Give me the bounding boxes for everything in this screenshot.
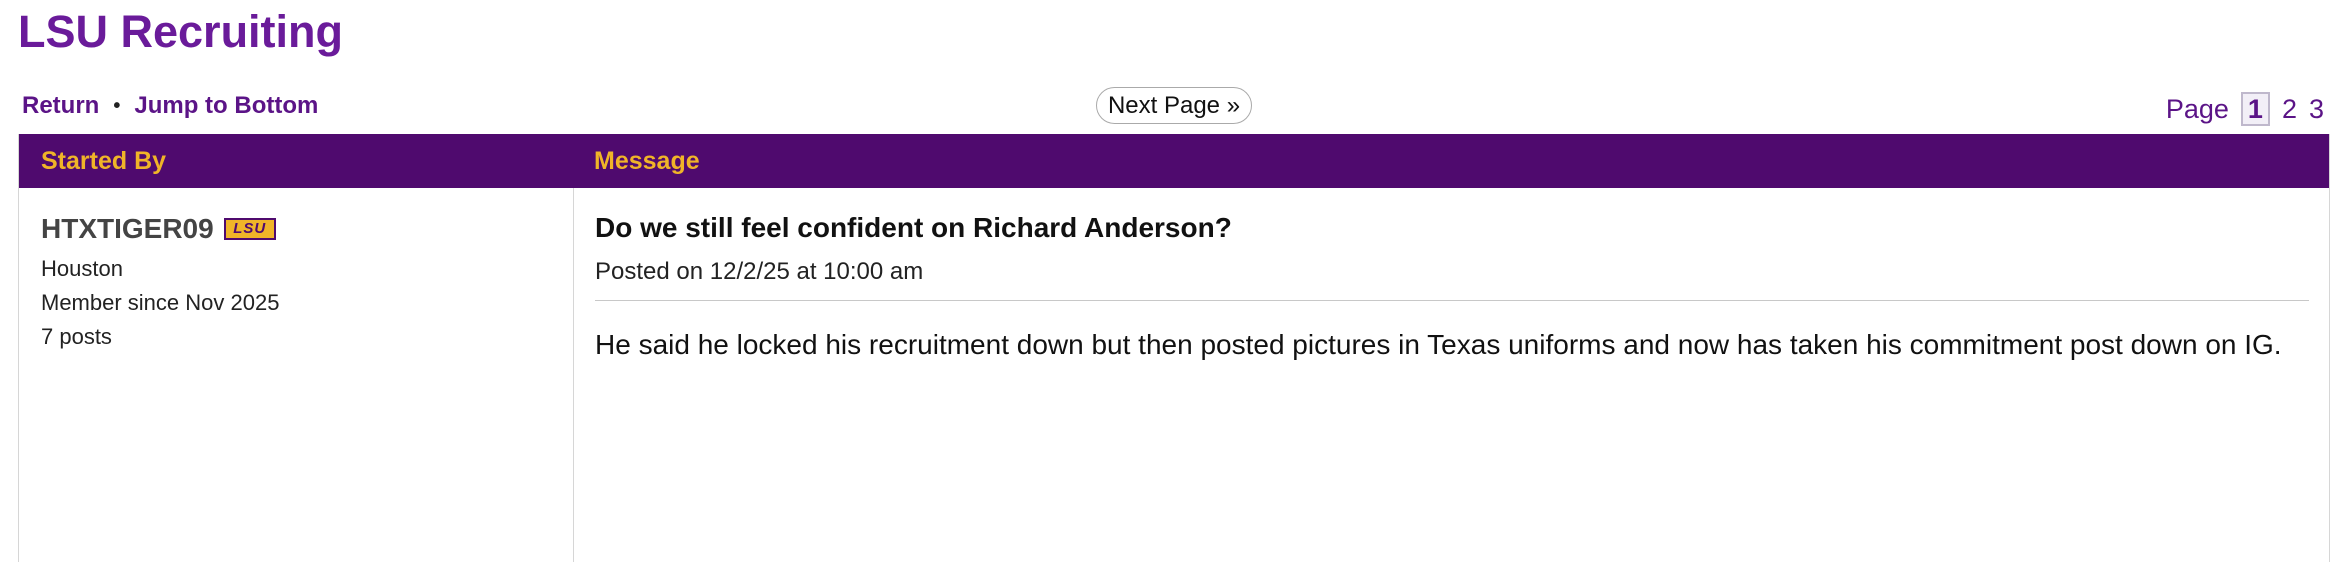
jump-to-bottom-link[interactable]: Jump to Bottom <box>134 92 318 120</box>
author-member-since: Member since Nov 2025 <box>41 290 280 315</box>
post-timestamp: Posted on 12/2/25 at 10:00 am <box>595 258 924 285</box>
thread-nav: Return • Jump to Bottom <box>22 92 318 120</box>
post-divider <box>595 300 2309 301</box>
return-link[interactable]: Return <box>22 92 99 120</box>
column-divider <box>573 188 574 562</box>
pagination: Page 1 2 3 <box>2166 92 2324 126</box>
post-title: Do we still feel confident on Richard An… <box>595 212 1232 243</box>
page-link-2[interactable]: 2 <box>2282 94 2297 125</box>
thread-page: LSU Recruiting Return • Jump to Bottom N… <box>0 0 2342 562</box>
nav-separator: • <box>113 94 121 117</box>
column-header-message: Message <box>594 147 700 175</box>
page-link-3[interactable]: 3 <box>2309 94 2324 125</box>
column-header-started-by: Started By <box>41 147 167 175</box>
author-location: Houston <box>41 256 123 281</box>
board-title[interactable]: LSU Recruiting <box>18 2 343 62</box>
thread-header: Started By Message <box>19 134 2329 188</box>
author-panel: HTXTIGER09 LSU Houston Member since Nov … <box>41 212 561 354</box>
author-post-count: 7 posts <box>41 324 112 349</box>
author-name[interactable]: HTXTIGER09 <box>41 213 214 245</box>
page-label: Page <box>2165 93 2229 124</box>
next-page-button[interactable]: Next Page » <box>1096 87 1252 124</box>
author-name-row: HTXTIGER09 LSU <box>41 212 561 246</box>
page-link-1[interactable]: 1 <box>2240 92 2270 126</box>
message-panel: Do we still feel confident on Richard An… <box>595 208 2309 365</box>
thread-table: Started By Message HTXTIGER09 LSU Housto… <box>18 134 2330 562</box>
team-logo-badge: LSU <box>223 218 276 240</box>
post-body: He said he locked his recruitment down b… <box>595 329 2282 360</box>
